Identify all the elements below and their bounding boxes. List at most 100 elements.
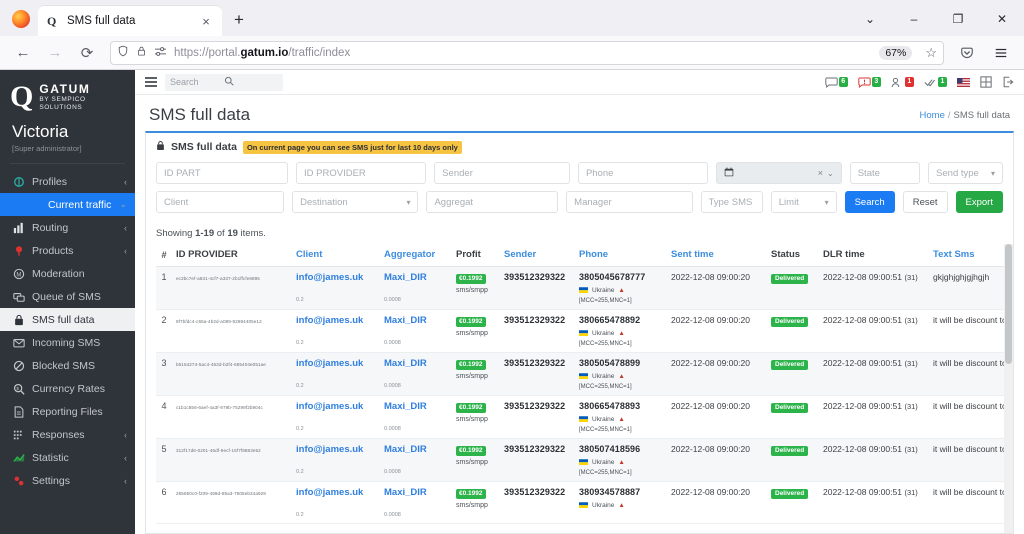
aggregator-link[interactable]: Maxi_DIR: [384, 272, 427, 283]
shield-icon[interactable]: [117, 44, 129, 62]
client-link[interactable]: info@james.uk: [296, 487, 363, 498]
svg-text:M: M: [16, 272, 21, 278]
tab-close-icon[interactable]: ×: [198, 14, 214, 29]
aggregator-link[interactable]: Maxi_DIR: [384, 444, 427, 455]
url-bar[interactable]: https://portal.gatum.io/traffic/index 67…: [110, 40, 944, 65]
date-clear-icon[interactable]: ×: [818, 168, 823, 178]
breadcrumb-home-link[interactable]: Home: [920, 110, 945, 121]
sidebar-item-queue-of-sms[interactable]: Queue of SMS: [0, 285, 135, 308]
aggregator-link[interactable]: Maxi_DIR: [384, 487, 427, 498]
app-menu-icon[interactable]: [986, 39, 1016, 67]
column-header-phone[interactable]: Phone: [575, 244, 667, 267]
sidebar-item-responses[interactable]: Responses ‹: [0, 423, 135, 446]
client-rate: 0.2: [296, 297, 304, 303]
brand-logo[interactable]: Q GATUM BY SEMPICO SOLUTIONS: [0, 70, 135, 118]
dlr-suffix: (31): [904, 445, 918, 454]
phone-input[interactable]: Phone: [577, 162, 709, 184]
client-link[interactable]: info@james.uk: [296, 315, 363, 326]
type-sms-input[interactable]: Type SMS: [700, 191, 763, 213]
column-header-text-sms[interactable]: Text Sms: [929, 244, 1013, 267]
cell-profit: €0.1992 sms/smpp: [452, 481, 500, 524]
reload-button[interactable]: ⟳: [72, 39, 102, 67]
sidebar-item-incoming-sms[interactable]: Incoming SMS: [0, 331, 135, 354]
close-window-button[interactable]: ✕: [980, 4, 1024, 34]
aggregator-link[interactable]: Maxi_DIR: [384, 315, 427, 326]
aggregator-link[interactable]: Maxi_DIR: [384, 358, 427, 369]
sidebar-item-sms-full-data[interactable]: SMS full data: [0, 308, 135, 331]
column-header-client[interactable]: Client: [292, 244, 380, 267]
maximize-button[interactable]: ❐: [936, 4, 980, 34]
currency-icon: $: [12, 382, 25, 395]
showing-prefix: Showing: [156, 228, 193, 239]
ukraine-flag-icon: [579, 457, 588, 467]
scrollbar-thumb[interactable]: [1005, 244, 1012, 364]
limit-select[interactable]: Limit: [770, 191, 837, 213]
id-provider-value: b6154274-5ac4-463d-b2f4-655404e051ae: [176, 362, 266, 367]
chevron-icon: ‹: [124, 245, 127, 256]
search-icon[interactable]: [224, 76, 278, 88]
list-all-tabs-icon[interactable]: ⌄: [848, 4, 892, 34]
column-header-sent-time[interactable]: Sent time: [667, 244, 767, 267]
zoom-level-badge[interactable]: 67%: [879, 45, 913, 60]
reader-mode-icon[interactable]: [154, 44, 167, 62]
back-button[interactable]: ←: [8, 39, 38, 67]
date-caret-icon[interactable]: ⌄: [827, 169, 834, 178]
new-tab-button[interactable]: +: [234, 10, 244, 30]
sidebar-item-blocked-sms[interactable]: Blocked SMS: [0, 354, 135, 377]
aggregator-link[interactable]: Maxi_DIR: [384, 401, 427, 412]
sidebar-item-products[interactable]: Products ‹: [0, 239, 135, 262]
sidebar-item-routing[interactable]: Routing ‹: [0, 216, 135, 239]
grid-icon[interactable]: [980, 76, 992, 88]
state-input[interactable]: State: [849, 162, 921, 184]
client-link[interactable]: info@james.uk: [296, 358, 363, 369]
dlr-suffix: (31): [904, 359, 918, 368]
sidebar-item-settings[interactable]: Settings ‹: [0, 469, 135, 492]
sidebar-item-reporting-files[interactable]: Reporting Files: [0, 400, 135, 423]
send-type-select[interactable]: Send type: [928, 162, 1003, 184]
minimize-button[interactable]: –: [892, 4, 936, 34]
aggregat-input[interactable]: Aggregat: [426, 191, 559, 213]
id-provider-input[interactable]: ID PROVIDER: [296, 162, 427, 184]
logout-icon[interactable]: [1002, 76, 1014, 88]
page-scrollbar[interactable]: [1004, 244, 1013, 533]
sent-time-value: 2022-12-08 09:00:20: [671, 272, 750, 282]
users-icon[interactable]: 1: [891, 76, 914, 88]
client-link[interactable]: info@james.uk: [296, 401, 363, 412]
sidebar-item-moderation[interactable]: M Moderation: [0, 262, 135, 285]
sms-icon[interactable]: 6: [824, 76, 848, 88]
search-input[interactable]: Search: [165, 73, 283, 91]
date-range-picker[interactable]: × ⌄: [716, 162, 842, 184]
sidebar-item-profiles[interactable]: Profiles ‹: [0, 170, 135, 193]
destination-select[interactable]: Destination: [292, 191, 419, 213]
us-flag-icon[interactable]: [957, 77, 970, 87]
column-header-aggregator[interactable]: Aggregator: [380, 244, 452, 267]
profit-type: sms/smpp: [456, 329, 488, 337]
pocket-icon[interactable]: [952, 39, 982, 67]
search-button[interactable]: Search: [844, 191, 895, 213]
client-input[interactable]: Client: [156, 191, 285, 213]
sms-full-data-icon: [12, 313, 25, 326]
client-link[interactable]: info@james.uk: [296, 272, 363, 283]
user-role: [Super administrator]: [12, 144, 82, 153]
menu-toggle-icon[interactable]: [145, 77, 157, 87]
id-part-input[interactable]: ID PART: [156, 162, 289, 184]
operator-icon: ▲: [618, 286, 625, 294]
manager-input[interactable]: Manager: [566, 191, 693, 213]
alert-icon[interactable]: 3: [858, 76, 881, 88]
browser-tab[interactable]: Q SMS full data ×: [38, 6, 222, 36]
checks-icon[interactable]: 1: [924, 76, 947, 88]
sidebar-item-current-traffic[interactable]: Current traffic ⌄: [0, 193, 135, 216]
lock-icon[interactable]: [136, 44, 147, 62]
phone-value: 380665478892: [579, 315, 641, 325]
sidebar-item-statistic[interactable]: Statistic ‹: [0, 446, 135, 469]
sender-input[interactable]: Sender: [434, 162, 570, 184]
reset-button[interactable]: Reset: [902, 191, 948, 213]
dlr-suffix: (31): [904, 488, 918, 497]
dlr-time-value: 2022-12-08 09:00:51: [823, 272, 902, 282]
sidebar-item-currency-rates[interactable]: $ Currency Rates: [0, 377, 135, 400]
bookmark-star-icon[interactable]: ☆: [925, 45, 937, 61]
column-header-sender[interactable]: Sender: [500, 244, 575, 267]
cell-aggregator: Maxi_DIR 0.0008: [380, 438, 452, 482]
client-link[interactable]: info@james.uk: [296, 444, 363, 455]
export-button[interactable]: Export: [955, 191, 1003, 213]
